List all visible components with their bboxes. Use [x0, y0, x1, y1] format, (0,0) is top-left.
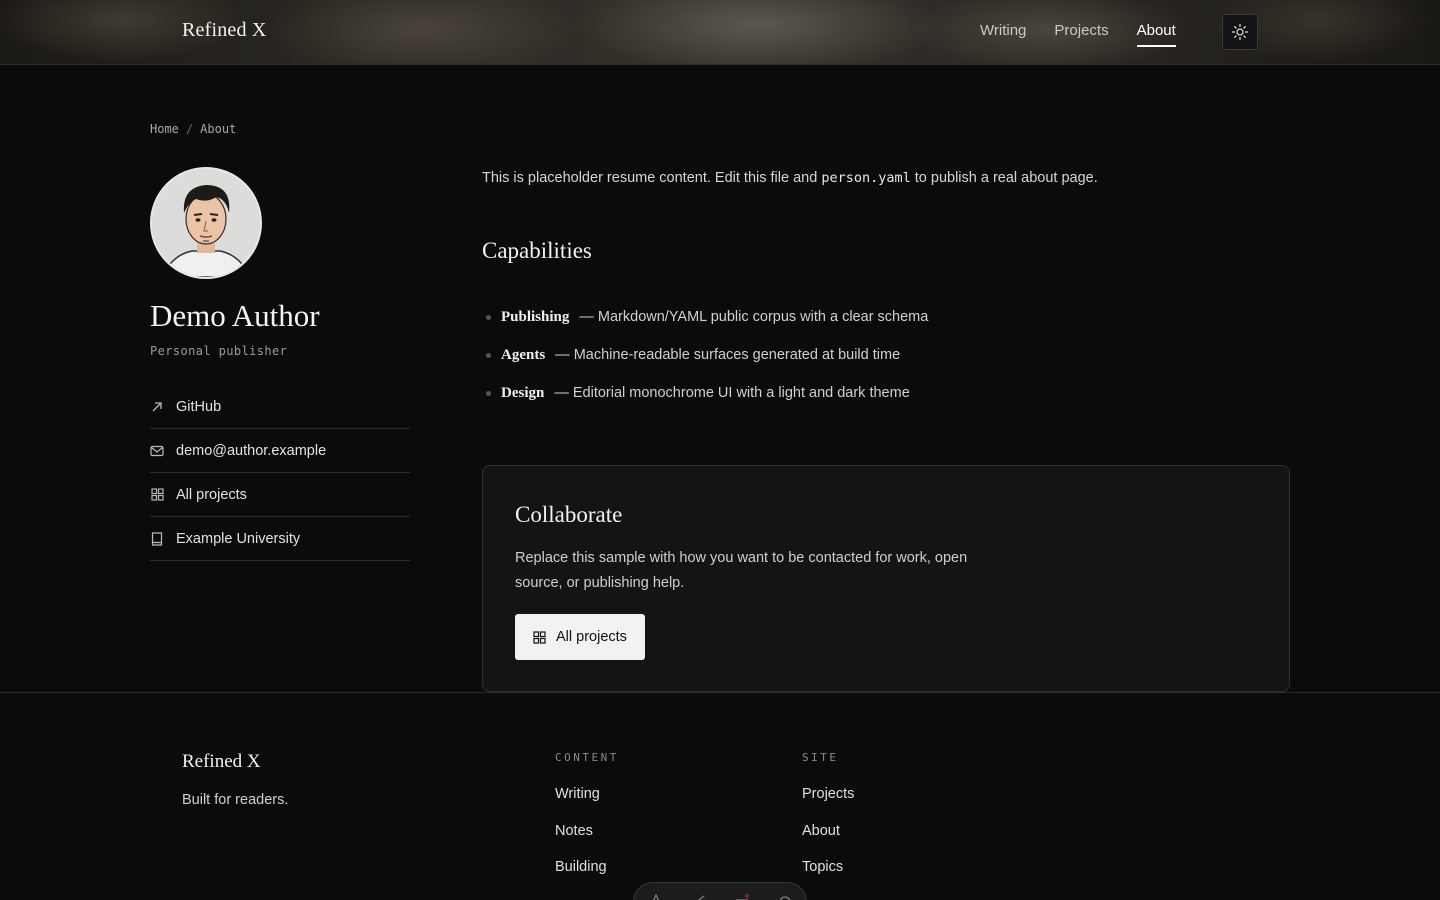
bullet	[486, 390, 491, 396]
book-icon	[150, 531, 164, 546]
capability-term: Publishing	[501, 308, 570, 325]
list-item: Publishing — Markdown/YAML public corpus…	[482, 298, 928, 336]
intro-code: person.yaml	[821, 170, 911, 186]
footer-tagline: Built for readers.	[182, 792, 289, 808]
list-item: Design — Editorial monochrome UI with a …	[482, 374, 928, 412]
avatar-illustration	[152, 169, 260, 277]
capability-desc: — Machine-readable surfaces generated at…	[555, 347, 901, 363]
collaborate-heading: Collaborate	[515, 502, 623, 527]
nav-projects[interactable]: Projects	[1054, 22, 1108, 47]
breadcrumb: Home / About	[150, 122, 236, 136]
toolbar-icon[interactable]	[692, 891, 706, 900]
link-label: Example University	[176, 530, 301, 547]
footer-column-content: CONTENT Writing Notes Building	[555, 751, 619, 896]
link-github[interactable]: GitHub	[150, 385, 410, 429]
nav-about[interactable]: About	[1136, 22, 1177, 47]
profile-links: GitHub demo@author.example All projects …	[150, 385, 410, 561]
collaborate-text: Replace this sample with how you want to…	[515, 550, 968, 591]
footer-link-writing[interactable]: Writing	[555, 786, 619, 823]
capability-term: Agents	[501, 346, 546, 363]
footer-column-heading: SITE	[802, 751, 839, 764]
footer-column-site: SITE Projects About Topics	[802, 751, 854, 896]
button-label: All projects	[556, 629, 627, 645]
arrow-up-right-icon	[150, 400, 164, 414]
link-label: GitHub	[176, 398, 222, 415]
capability-desc: — Editorial monochrome UI with a light a…	[554, 385, 910, 401]
all-projects-button[interactable]: All projects	[515, 614, 645, 660]
footer-column-heading: CONTENT	[555, 751, 619, 764]
site-footer: Refined X Built for readers. CONTENT Wri…	[0, 692, 1440, 900]
capabilities-list: Publishing — Markdown/YAML public corpus…	[482, 298, 928, 412]
floating-toolbar[interactable]	[633, 882, 807, 900]
main-nav: Writing Projects About	[980, 22, 1177, 47]
footer-brand[interactable]: Refined X	[182, 751, 261, 773]
footer-link-notes[interactable]: Notes	[555, 823, 619, 860]
intro-before: This is placeholder resume content. Edit…	[482, 170, 822, 186]
breadcrumb-home[interactable]: Home	[150, 122, 179, 136]
nav-writing[interactable]: Writing	[980, 22, 1026, 47]
sun-icon	[1231, 23, 1249, 41]
mail-icon	[150, 444, 164, 458]
intro-text: This is placeholder resume content. Edit…	[482, 170, 1098, 186]
toolbar-icon[interactable]	[735, 891, 749, 900]
intro-after: to publish a real about page.	[910, 170, 1098, 186]
author-name: Demo Author	[150, 298, 320, 333]
bullet	[486, 352, 491, 358]
capabilities-heading: Capabilities	[482, 238, 592, 263]
footer-link-topics[interactable]: Topics	[802, 859, 854, 896]
site-brand[interactable]: Refined X	[182, 19, 267, 42]
link-label: All projects	[176, 486, 247, 503]
author-role: Personal publisher	[150, 344, 288, 358]
footer-link-projects[interactable]: Projects	[802, 786, 854, 823]
breadcrumb-separator: /	[185, 122, 194, 136]
link-label: demo@author.example	[176, 442, 327, 459]
link-all-projects[interactable]: All projects	[150, 473, 410, 517]
capability-desc: — Markdown/YAML public corpus with a cle…	[579, 309, 929, 325]
list-item: Agents — Machine-readable surfaces gener…	[482, 336, 928, 374]
collaborate-card: Collaborate Replace this sample with how…	[482, 465, 1290, 692]
link-university[interactable]: Example University	[150, 517, 410, 561]
grid-icon	[150, 488, 164, 502]
toolbar-icon[interactable]	[778, 891, 792, 900]
capability-term: Design	[501, 384, 545, 401]
site-header: Refined X Writing Projects About	[0, 0, 1440, 65]
bullet	[486, 314, 491, 320]
footer-link-about[interactable]: About	[802, 823, 854, 860]
link-email[interactable]: demo@author.example	[150, 429, 410, 473]
footer-link-building[interactable]: Building	[555, 859, 619, 896]
grid-icon	[533, 630, 546, 644]
theme-toggle-button[interactable]	[1222, 14, 1258, 50]
toolbar-icon[interactable]	[649, 891, 663, 900]
breadcrumb-current: About	[200, 122, 237, 136]
avatar	[150, 167, 262, 279]
